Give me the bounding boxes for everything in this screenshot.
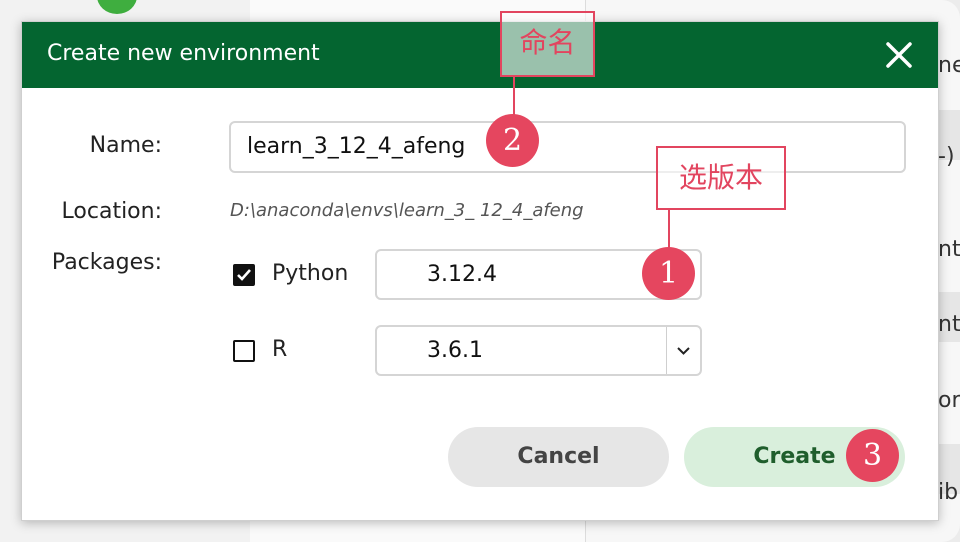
background-text: ne — [938, 53, 960, 78]
background-text: ib — [938, 480, 959, 505]
background-text: -) — [938, 144, 955, 169]
cancel-button[interactable]: Cancel — [448, 427, 669, 487]
python-package-label: Python — [272, 261, 349, 286]
r-checkbox[interactable] — [233, 340, 255, 362]
background-text: or — [938, 388, 960, 413]
r-package-label: R — [272, 337, 288, 362]
create-environment-dialog: Create new environment Name: learn_3_12_… — [21, 21, 939, 521]
name-input[interactable]: learn_3_12_4_afeng — [229, 121, 906, 173]
dialog-title: Create new environment — [47, 41, 320, 66]
annotation-step-1: 1 — [642, 247, 695, 300]
close-icon[interactable] — [880, 36, 918, 74]
dialog-header: Create new environment — [22, 22, 938, 88]
annotation-line — [513, 77, 515, 115]
chevron-down-icon[interactable] — [666, 327, 700, 374]
background-text: nt — [938, 312, 960, 337]
location-value: D:\anaconda\envs\learn_3_ 12_4_afeng — [230, 200, 584, 221]
packages-label: Packages: — [51, 250, 162, 275]
annotation-choose-version-label: 选版本 — [656, 146, 786, 210]
r-version-select[interactable]: 3.6.1 — [375, 325, 702, 376]
annotation-step-3: 3 — [846, 429, 899, 482]
r-version-value: 3.6.1 — [427, 338, 483, 363]
python-checkbox[interactable] — [233, 264, 255, 286]
location-label: Location: — [61, 199, 162, 224]
python-version-value: 3.12.4 — [427, 262, 497, 287]
background-text: nt — [938, 237, 960, 262]
annotation-rename-label: 命名 — [500, 11, 595, 77]
annotation-line — [668, 210, 670, 248]
annotation-step-2: 2 — [486, 114, 539, 167]
name-label: Name: — [89, 133, 162, 158]
